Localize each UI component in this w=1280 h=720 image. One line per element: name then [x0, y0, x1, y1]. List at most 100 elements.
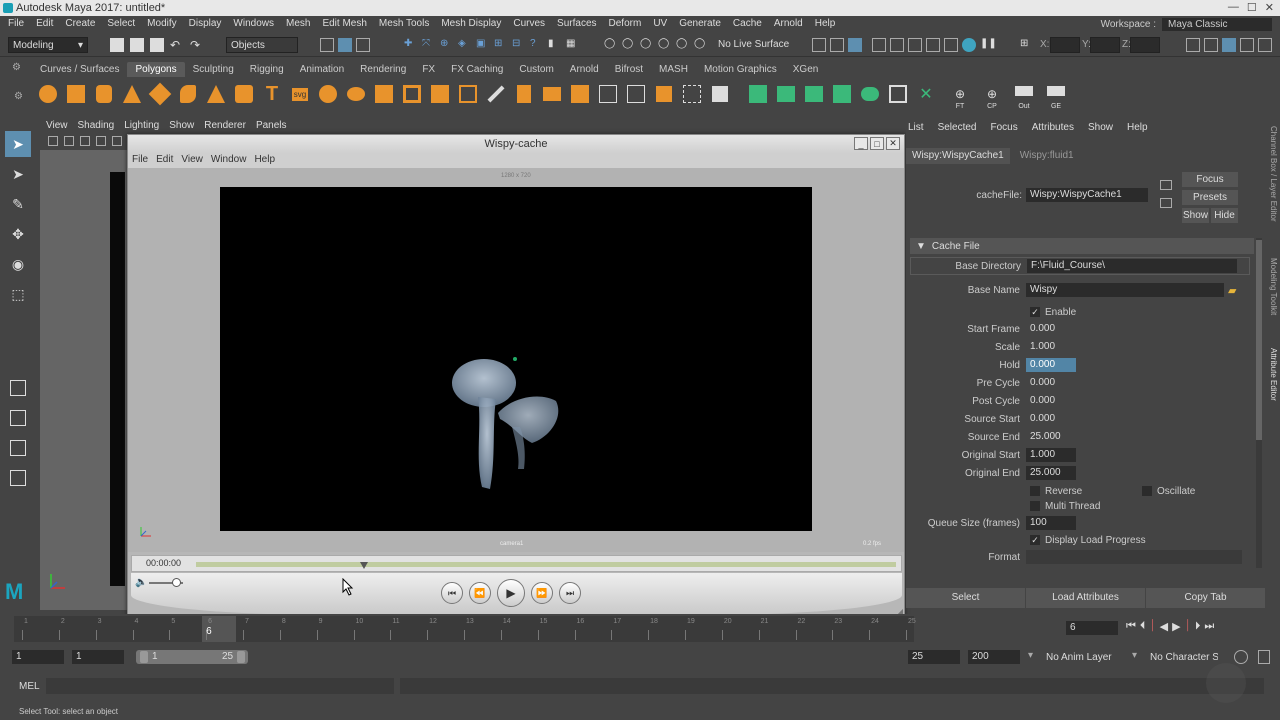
pause-icon[interactable]: ❚❚	[980, 38, 997, 52]
auto-key-icon[interactable]	[1234, 650, 1248, 664]
start-time-field[interactable]: 1	[12, 650, 64, 664]
play-forward-icon[interactable]: ▶	[1172, 620, 1180, 633]
soft-select-icon[interactable]: ▦	[566, 38, 580, 52]
anim-layer-dropdown[interactable]: No Anim Layer	[1046, 652, 1112, 663]
magnet-icon[interactable]: ◯	[658, 38, 672, 52]
maximize-icon[interactable]: □	[870, 137, 884, 150]
append-icon[interactable]	[540, 82, 564, 106]
target-weld-icon[interactable]	[652, 82, 676, 106]
shelf-tab-fx-caching[interactable]: FX Caching	[443, 62, 511, 77]
make-live-icon[interactable]: ◯	[694, 38, 708, 52]
poly-type-icon[interactable]: T	[260, 82, 284, 106]
shelf-tab-rigging[interactable]: Rigging	[242, 62, 292, 77]
menu-edit[interactable]: Edit	[36, 18, 53, 29]
boolean-icon[interactable]	[400, 82, 424, 106]
multi-thread-checkbox[interactable]	[1030, 501, 1040, 511]
sym-icon[interactable]: ◯	[622, 38, 636, 52]
redo-icon[interactable]: ↷	[190, 38, 204, 52]
uv-editor-icon[interactable]	[746, 82, 770, 106]
lasso-tool-icon[interactable]: ➤	[5, 161, 31, 187]
planar-map-icon[interactable]	[774, 82, 798, 106]
menu-curves[interactable]: Curves	[513, 18, 545, 29]
step-back-key-icon[interactable]: ⏴	[1140, 620, 1146, 633]
outliner-icon[interactable]: Out	[1012, 82, 1036, 110]
display-progress-checkbox[interactable]: ✓	[1030, 535, 1040, 545]
smooth-icon[interactable]	[372, 82, 396, 106]
scrollbar-thumb[interactable]	[1256, 240, 1262, 440]
snap-surface-icon[interactable]: ▣	[476, 38, 490, 52]
shelf-tab-custom[interactable]: Custom	[511, 62, 561, 77]
shelf-tab-polygons[interactable]: Polygons	[127, 62, 185, 77]
menu-edit-mesh[interactable]: Edit Mesh	[322, 18, 366, 29]
character-controls-icon[interactable]	[1204, 38, 1218, 52]
move-tool-icon[interactable]: ✥	[5, 221, 31, 247]
player-menu-view[interactable]: View	[181, 154, 203, 165]
open-scene-icon[interactable]	[130, 38, 144, 52]
poly-pipe-icon[interactable]	[232, 82, 256, 106]
enable-checkbox[interactable]: ✓	[1030, 307, 1040, 317]
play-button[interactable]: ▶	[497, 579, 525, 607]
viewport-menu-view[interactable]: View	[46, 120, 68, 131]
bevel-icon[interactable]	[484, 82, 508, 106]
render-region-icon[interactable]	[830, 38, 844, 52]
viewport-menu-lighting[interactable]: Lighting	[124, 120, 159, 131]
layout-icon[interactable]: ✕	[914, 82, 938, 106]
poly-cylinder-icon[interactable]	[92, 82, 116, 106]
extrude-icon[interactable]	[456, 82, 480, 106]
shelf-tab-sculpting[interactable]: Sculpting	[185, 62, 242, 77]
ae-menu-focus[interactable]: Focus	[990, 122, 1017, 133]
insert-loop-icon[interactable]	[596, 82, 620, 106]
end-time-field[interactable]: 200	[968, 650, 1020, 664]
snap-edge-icon[interactable]: ⊞	[494, 38, 508, 52]
tab-wispy-fluid[interactable]: Wispy:fluid1	[1014, 148, 1080, 164]
merge-icon[interactable]	[568, 82, 592, 106]
selection-mode-dropdown[interactable]: Objects	[226, 37, 298, 53]
oscillate-checkbox[interactable]	[1142, 486, 1152, 496]
maximize-icon[interactable]: ☐	[1247, 1, 1257, 14]
pre-cycle-field[interactable]: 0.000	[1026, 376, 1076, 390]
bridge-icon[interactable]	[512, 82, 536, 106]
render-frame-icon[interactable]	[812, 38, 826, 52]
tool-settings-icon[interactable]	[1240, 38, 1254, 52]
single-layout-icon[interactable]	[5, 375, 31, 401]
step-forward-key-icon[interactable]: ⏵	[1195, 620, 1201, 633]
arnold-render-icon[interactable]	[962, 38, 976, 52]
save-scene-icon[interactable]	[150, 38, 164, 52]
shelf-tab-motion-graphics[interactable]: Motion Graphics	[696, 62, 785, 77]
shelf-menu-icon[interactable]: ⚙	[14, 91, 23, 102]
close-icon[interactable]: ✕	[886, 137, 900, 150]
select-object-icon[interactable]	[338, 38, 352, 52]
source-end-field[interactable]: 25.000	[1026, 430, 1076, 444]
mel-input[interactable]	[46, 678, 394, 694]
poly-plane-icon[interactable]	[176, 82, 200, 106]
graph-editor-icon[interactable]: GE	[1044, 82, 1068, 110]
go-to-end-icon[interactable]: ⏭	[1204, 620, 1214, 633]
outliner-layout-icon[interactable]	[5, 465, 31, 491]
cachefile-field[interactable]: Wispy:WispyCache1	[1026, 188, 1148, 202]
menu-mesh-display[interactable]: Mesh Display	[441, 18, 501, 29]
camera-lock-icon[interactable]	[64, 136, 74, 146]
volume-icon[interactable]: 🔈	[135, 577, 147, 588]
auto-map-icon[interactable]	[802, 82, 826, 106]
range-handle-right[interactable]	[237, 651, 245, 663]
current-frame-field[interactable]: 6	[1066, 621, 1118, 635]
original-start-field[interactable]: 1.000	[1026, 448, 1076, 462]
volume-slider[interactable]	[149, 578, 183, 587]
show-button[interactable]: Show	[1182, 208, 1209, 223]
reverse-checkbox[interactable]	[1030, 486, 1040, 496]
menu-uv[interactable]: UV	[653, 18, 667, 29]
camera-select-icon[interactable]	[48, 136, 58, 146]
load-selected-icon[interactable]	[1160, 180, 1172, 190]
menu-create[interactable]: Create	[65, 18, 95, 29]
viewport-menu-show[interactable]: Show	[169, 120, 194, 131]
post-cycle-field[interactable]: 0.000	[1026, 394, 1076, 408]
seek-bar[interactable]: 00:00:00	[131, 555, 902, 572]
queue-size-field[interactable]: 100	[1026, 516, 1076, 530]
side-tab-channel-box[interactable]: Channel Box / Layer Editor	[1269, 126, 1278, 222]
menu-arnold[interactable]: Arnold	[774, 18, 803, 29]
source-start-field[interactable]: 0.000	[1026, 412, 1076, 426]
minimize-icon[interactable]: —	[1228, 1, 1239, 14]
menuset-dropdown[interactable]: Modeling ▾	[8, 37, 88, 53]
snap-grid-icon[interactable]: ✚	[404, 38, 418, 52]
poly-cube-icon[interactable]	[64, 82, 88, 106]
